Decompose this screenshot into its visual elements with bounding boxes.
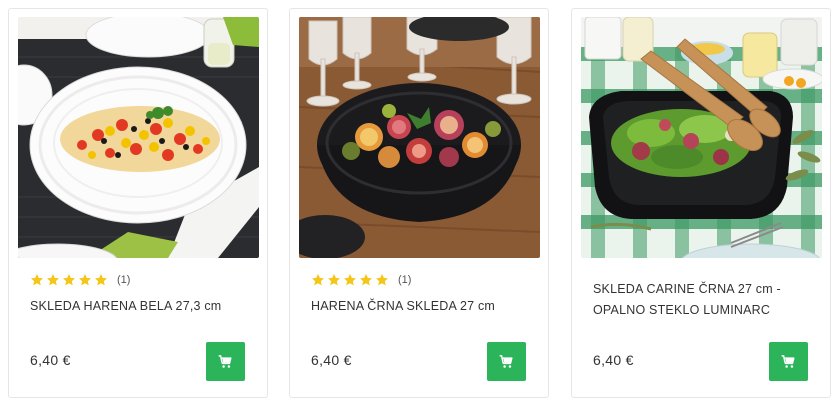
add-to-cart-button[interactable] <box>487 342 526 381</box>
shopping-cart-icon <box>781 355 795 368</box>
product-card[interactable]: (1) HARENA ČRNA SKLEDA 27 cm 6,40 € <box>289 8 549 398</box>
product-title-line[interactable]: OPALNO STEKLO LUMINARC <box>593 300 818 321</box>
product-price: 6,40 € <box>30 352 71 368</box>
star-icon <box>47 274 59 286</box>
product-rating: (1) <box>30 272 130 288</box>
add-to-cart-button[interactable] <box>769 342 808 381</box>
star-icon <box>79 274 91 286</box>
black-bowl-fruit-salad-photo <box>299 17 540 258</box>
shopping-cart-icon <box>499 355 513 368</box>
product-title[interactable]: HARENA ČRNA SKLEDA 27 cm <box>311 296 536 317</box>
white-bowl-pasta-salad-photo <box>18 17 259 258</box>
add-to-cart-button[interactable] <box>206 342 245 381</box>
black-square-bowl-green-salad-photo <box>581 17 822 258</box>
product-image[interactable] <box>18 17 259 258</box>
star-icon <box>344 274 356 286</box>
product-title[interactable]: SKLEDA HARENA BELA 27,3 cm <box>30 296 255 317</box>
star-icon <box>360 274 372 286</box>
rating-count[interactable]: (1) <box>398 274 411 286</box>
product-title-line[interactable]: SKLEDA CARINE ČRNA 27 cm - <box>593 279 818 300</box>
star-icon <box>328 274 340 286</box>
product-price: 6,40 € <box>593 352 634 368</box>
product-image[interactable] <box>581 17 822 258</box>
star-icon <box>312 274 324 286</box>
product-title-line[interactable]: HARENA ČRNA SKLEDA 27 cm <box>311 299 495 313</box>
star-icon <box>376 274 388 286</box>
product-grid: (1) SKLEDA HARENA BELA 27,3 cm 6,40 € (1… <box>0 0 840 406</box>
product-price: 6,40 € <box>311 352 352 368</box>
star-icon <box>63 274 75 286</box>
product-rating: (1) <box>311 272 411 288</box>
product-card[interactable]: (1) SKLEDA HARENA BELA 27,3 cm 6,40 € <box>8 8 268 398</box>
product-card[interactable]: SKLEDA CARINE ČRNA 27 cm - OPALNO STEKLO… <box>571 8 831 398</box>
shopping-cart-icon <box>218 355 232 368</box>
product-title-line[interactable]: SKLEDA HARENA BELA 27,3 cm <box>30 299 221 313</box>
star-icon <box>31 274 43 286</box>
product-image[interactable] <box>299 17 540 258</box>
rating-count[interactable]: (1) <box>117 274 130 286</box>
star-icon <box>95 274 107 286</box>
product-title[interactable]: SKLEDA CARINE ČRNA 27 cm - OPALNO STEKLO… <box>593 279 818 321</box>
